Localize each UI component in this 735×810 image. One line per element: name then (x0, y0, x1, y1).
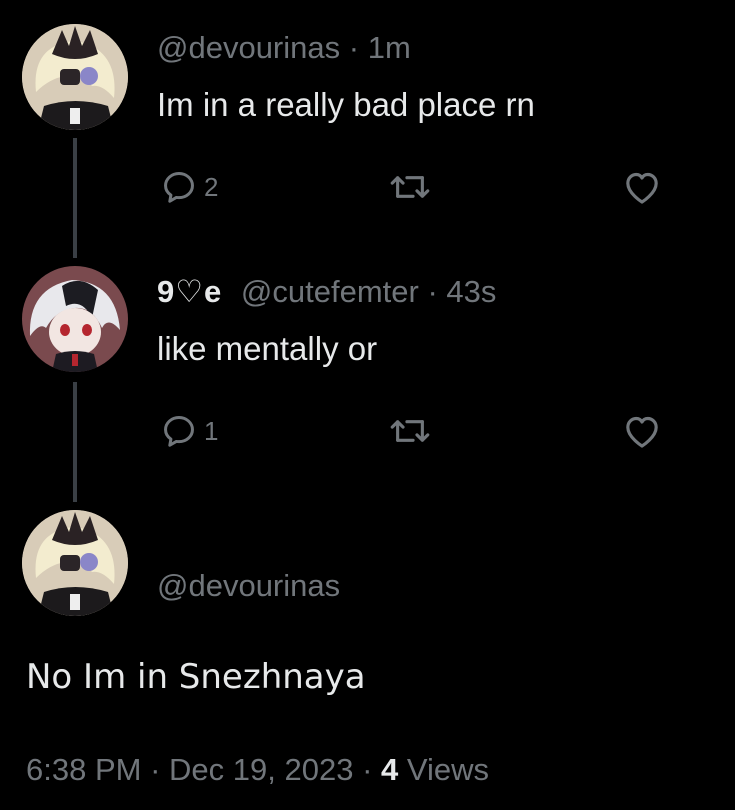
footer-sep-2: · (362, 752, 373, 787)
main-tweet-time[interactable]: 6:38 PM (26, 752, 141, 787)
tweet-2-display-name[interactable]: 9♡e (157, 274, 222, 309)
tweet-2-like-button[interactable] (622, 412, 662, 450)
avatar-cutefemter[interactable] (22, 266, 128, 372)
thread-line-1 (73, 138, 77, 258)
avatar-image (22, 510, 128, 616)
avatar-image (22, 24, 128, 130)
tweet-1-sep: · (348, 30, 360, 65)
tweet-1-meta: @devourinas · 1m (157, 30, 411, 66)
heart-icon (626, 172, 658, 204)
avatar-image (22, 266, 128, 372)
retweet-icon (390, 176, 430, 198)
main-tweet-handle[interactable]: @devourinas (157, 568, 340, 604)
reply-icon (164, 172, 194, 203)
tweet-2-text: like mentally or (157, 330, 378, 367)
tweet-1-like-button[interactable] (622, 168, 662, 206)
heart-icon (626, 416, 658, 448)
avatar-devourinas-main[interactable] (22, 510, 128, 616)
tweet-1-text: Im in a really bad place rn (157, 86, 535, 123)
retweet-icon (390, 420, 430, 442)
tweet-1-retweet-button[interactable] (388, 170, 432, 204)
tweet-2-reply-button[interactable]: 1 (160, 412, 218, 450)
main-tweet-text: No Im in Snezhnaya (26, 657, 366, 697)
reply-icon (164, 416, 194, 447)
main-tweet-views-label[interactable]: Views (407, 752, 489, 787)
tweet-2-reply-count: 1 (204, 415, 219, 446)
tweet-1-handle[interactable]: @devourinas (157, 30, 340, 65)
tweet-1-time[interactable]: 1m (368, 30, 411, 65)
main-tweet-date[interactable]: Dec 19, 2023 (169, 752, 353, 787)
tweet-1-reply-count: 2 (204, 171, 219, 202)
tweet-2-sep: · (427, 274, 438, 309)
tweet-2-time[interactable]: 43s (446, 274, 496, 309)
thread-line-2 (73, 382, 77, 502)
footer-sep-1: · (150, 752, 161, 787)
tweet-1-reply-button[interactable]: 2 (160, 168, 218, 206)
tweet-2-handle[interactable]: @cutefemter (241, 274, 419, 309)
main-tweet-footer: 6:38 PM · Dec 19, 2023 · 4 Views (26, 752, 489, 788)
tweet-2-meta: 9♡e @cutefemter · 43s (157, 274, 496, 310)
main-tweet-views-count[interactable]: 4 (381, 752, 398, 787)
tweet-2-retweet-button[interactable] (388, 414, 432, 448)
avatar-devourinas[interactable] (22, 24, 128, 130)
